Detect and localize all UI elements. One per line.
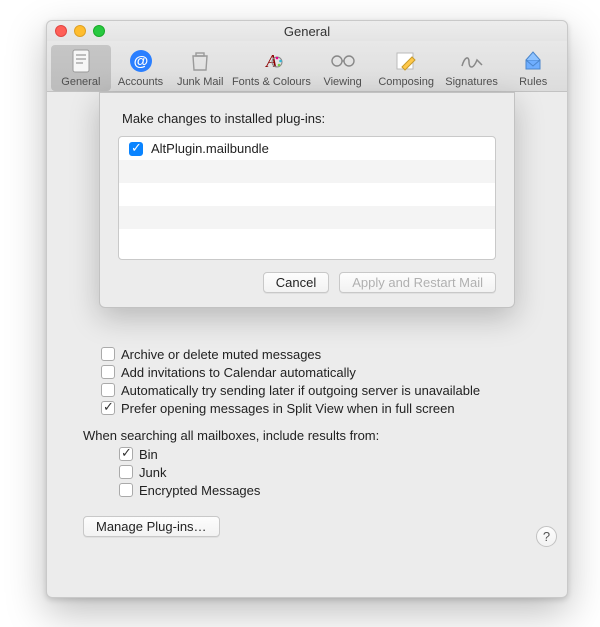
plugin-row-empty [119,229,495,252]
search-bin[interactable]: Bin [119,447,537,462]
checkbox[interactable] [119,465,133,479]
tab-signatures[interactable]: Signatures [440,45,504,91]
plugin-row-empty [119,183,495,206]
manage-plugins-button[interactable]: Manage Plug-ins… [83,516,220,537]
signatures-icon [458,48,486,74]
tab-label: Viewing [323,76,361,88]
junk-mail-icon [186,48,214,74]
tab-label: General [61,76,100,88]
plugin-row-empty [119,206,495,229]
tab-fonts-colours[interactable]: A Fonts & Colours [230,45,313,91]
help-button[interactable]: ? [536,526,557,547]
apply-restart-button[interactable]: Apply and Restart Mail [339,272,496,293]
svg-text:A: A [265,51,278,71]
checkbox[interactable] [101,365,115,379]
option-retry[interactable]: Automatically try sending later if outgo… [101,383,537,398]
option-splitview[interactable]: Prefer opening messages in Split View wh… [101,401,537,416]
tab-label: Accounts [118,76,163,88]
rules-icon [519,48,547,74]
fonts-colours-icon: A [257,48,285,74]
search-junk[interactable]: Junk [119,465,537,480]
option-label: Automatically try sending later if outgo… [121,383,480,398]
tab-general[interactable]: General [51,45,111,91]
checkbox[interactable] [101,383,115,397]
checkbox[interactable] [101,401,115,415]
search-section-label: When searching all mailboxes, include re… [83,428,537,443]
sheet-title: Make changes to installed plug-ins: [122,111,496,126]
preferences-window: General General @ Accounts Junk Mail A F… [46,20,568,598]
plugin-name: AltPlugin.mailbundle [151,141,269,156]
sheet-actions: Cancel Apply and Restart Mail [118,272,496,293]
option-label: Prefer opening messages in Split View wh… [121,401,455,416]
option-label: Encrypted Messages [139,483,260,498]
titlebar: General [47,21,567,41]
accounts-icon: @ [127,48,155,74]
tab-label: Junk Mail [177,76,223,88]
svg-text:@: @ [133,53,148,70]
tab-junk-mail[interactable]: Junk Mail [170,45,230,91]
checkbox[interactable] [101,347,115,361]
composing-icon [392,48,420,74]
cancel-button[interactable]: Cancel [263,272,329,293]
general-icon [67,48,95,74]
tab-composing[interactable]: Composing [372,45,439,91]
plugin-row[interactable]: AltPlugin.mailbundle [119,137,495,160]
viewing-icon [329,48,357,74]
option-invitations[interactable]: Add invitations to Calendar automaticall… [101,365,537,380]
checkbox[interactable] [119,483,133,497]
tab-label: Composing [378,76,434,88]
plugin-checkbox[interactable] [129,142,143,156]
search-encrypted[interactable]: Encrypted Messages [119,483,537,498]
tab-rules[interactable]: Rules [503,45,563,91]
tab-viewing[interactable]: Viewing [313,45,373,91]
tab-label: Signatures [445,76,498,88]
tab-label: Rules [519,76,547,88]
plugin-sheet: Make changes to installed plug-ins: AltP… [99,92,515,308]
option-label: Junk [139,465,166,480]
content-area: Make changes to installed plug-ins: AltP… [47,92,567,557]
option-label: Add invitations to Calendar automaticall… [121,365,356,380]
window-title: General [47,24,567,39]
checkbox[interactable] [119,447,133,461]
option-label: Archive or delete muted messages [121,347,321,362]
preferences-toolbar: General @ Accounts Junk Mail A Fonts & C… [47,41,567,92]
option-archive[interactable]: Archive or delete muted messages [101,347,537,362]
plugin-list: AltPlugin.mailbundle [118,136,496,260]
tab-label: Fonts & Colours [232,76,311,88]
option-label: Bin [139,447,158,462]
tab-accounts[interactable]: @ Accounts [111,45,171,91]
plugin-row-empty [119,160,495,183]
